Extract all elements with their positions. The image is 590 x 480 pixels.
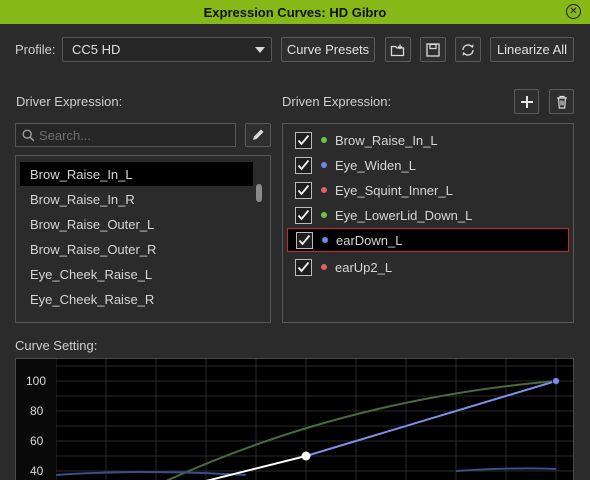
- list-item[interactable]: Brow_Raise_Outer_R: [20, 237, 253, 261]
- list-item-label: Eye_Cheek_Raise_L: [30, 266, 153, 282]
- pencil-icon: [253, 129, 264, 140]
- profile-label: Profile:: [15, 42, 56, 57]
- save-button[interactable]: [420, 37, 446, 62]
- search-input[interactable]: [39, 127, 219, 143]
- save-icon: [426, 42, 440, 57]
- close-icon[interactable]: ✕: [566, 4, 581, 19]
- list-item-label: earDown_L: [336, 232, 403, 248]
- checkmark-icon: [297, 184, 310, 195]
- list-item-label: Brow_Raise_Outer_R: [30, 241, 157, 257]
- checkmark-icon: [297, 134, 310, 145]
- search-field[interactable]: [15, 123, 236, 147]
- list-item-label: Brow_Raise_In_R: [30, 191, 135, 207]
- checkmark-icon: [297, 159, 310, 170]
- list-item-label: earUp2_L: [335, 259, 393, 275]
- plus-icon: [520, 95, 533, 108]
- y-tick-label: 60: [30, 434, 44, 448]
- delete-driven-button[interactable]: [549, 89, 574, 114]
- checkmark-icon: [297, 209, 310, 220]
- refresh-icon: [462, 43, 474, 56]
- checkbox[interactable]: [295, 156, 312, 174]
- curve-keyframe[interactable]: [301, 451, 311, 461]
- driven-expression-list[interactable]: Brow_Raise_In_L Eye_Widen_L Eye_Squint_I…: [282, 123, 574, 323]
- search-icon: [22, 128, 35, 141]
- trash-icon: [556, 95, 567, 109]
- add-driven-button[interactable]: [514, 89, 539, 114]
- list-item[interactable]: Brow_Raise_In_L: [20, 162, 253, 186]
- curve-graph[interactable]: 100 80 60 40: [16, 359, 574, 480]
- y-tick-label: 40: [30, 464, 44, 478]
- curve-setting-label: Curve Setting:: [15, 338, 98, 353]
- curve-presets-label: Curve Presets: [286, 42, 370, 57]
- profile-dropdown[interactable]: CC5 HD: [62, 37, 272, 62]
- profile-value: CC5 HD: [72, 42, 121, 57]
- chevron-down-icon: [255, 47, 265, 53]
- list-item-label: Brow_Raise_Outer_L: [30, 216, 155, 232]
- load-button[interactable]: [385, 37, 411, 62]
- list-item-label: Brow_Raise_In_L: [30, 166, 133, 182]
- scrollbar-thumb[interactable]: [256, 184, 262, 202]
- list-item-label: Eye_Squint_Inner_L: [335, 182, 453, 198]
- list-item-label: Eye_Widen_L: [335, 157, 416, 173]
- list-item[interactable]: Eye_Cheek_Raise_L: [20, 262, 253, 286]
- linearize-all-button[interactable]: Linearize All: [490, 37, 574, 62]
- checkbox[interactable]: [295, 206, 312, 224]
- list-item[interactable]: Eye_Cheek_Raise_R: [20, 287, 253, 311]
- list-item[interactable]: Eye_Squint_Inner_L: [287, 178, 569, 202]
- checkmark-icon: [298, 234, 311, 245]
- y-tick-label: 100: [26, 374, 46, 388]
- color-dot: [321, 212, 327, 218]
- y-tick-label: 80: [30, 404, 44, 418]
- checkmark-icon: [297, 261, 310, 272]
- linearize-all-label: Linearize All: [496, 42, 568, 57]
- curve-editor[interactable]: 100 80 60 40: [15, 358, 574, 480]
- checkbox[interactable]: [295, 258, 312, 276]
- list-item-label: Eye_Cheek_Raise_R: [30, 291, 155, 307]
- list-item-label: Brow_Raise_In_L: [335, 132, 438, 148]
- list-item[interactable]: Eye_LowerLid_Down_L: [287, 203, 569, 227]
- list-item[interactable]: Eye_Widen_L: [287, 153, 569, 177]
- window-title: Expression Curves: HD Gibro: [203, 4, 387, 20]
- color-dot: [321, 162, 327, 168]
- color-dot: [321, 137, 327, 143]
- folder-open-icon: [390, 44, 405, 56]
- list-item-label: Eye_LowerLid_Down_L: [335, 207, 473, 223]
- curve-keyframe[interactable]: [552, 377, 560, 385]
- driver-expression-label: Driver Expression:: [16, 94, 123, 109]
- grid: [55, 359, 573, 480]
- title-bar: Expression Curves: HD Gibro ✕: [0, 0, 590, 24]
- reset-button[interactable]: [455, 37, 481, 62]
- list-item[interactable]: Brow_Raise_In_R: [20, 187, 253, 211]
- checkbox[interactable]: [295, 181, 312, 199]
- list-item[interactable]: Brow_Raise_In_L: [287, 128, 569, 152]
- driver-expression-list[interactable]: Brow_Raise_In_L Brow_Raise_In_R Brow_Rai…: [15, 155, 271, 323]
- curve-presets-button[interactable]: Curve Presets: [281, 37, 375, 62]
- driven-expression-label: Driven Expression:: [282, 94, 392, 109]
- color-dot: [322, 237, 328, 243]
- edit-button[interactable]: [245, 123, 271, 147]
- color-dot: [321, 187, 327, 193]
- color-dot: [321, 264, 327, 270]
- checkbox[interactable]: [295, 131, 312, 149]
- checkbox[interactable]: [296, 231, 313, 249]
- list-item[interactable]: Brow_Raise_Outer_L: [20, 212, 253, 236]
- list-item[interactable]: earUp2_L: [287, 255, 569, 279]
- list-item-selected[interactable]: earDown_L: [287, 228, 569, 252]
